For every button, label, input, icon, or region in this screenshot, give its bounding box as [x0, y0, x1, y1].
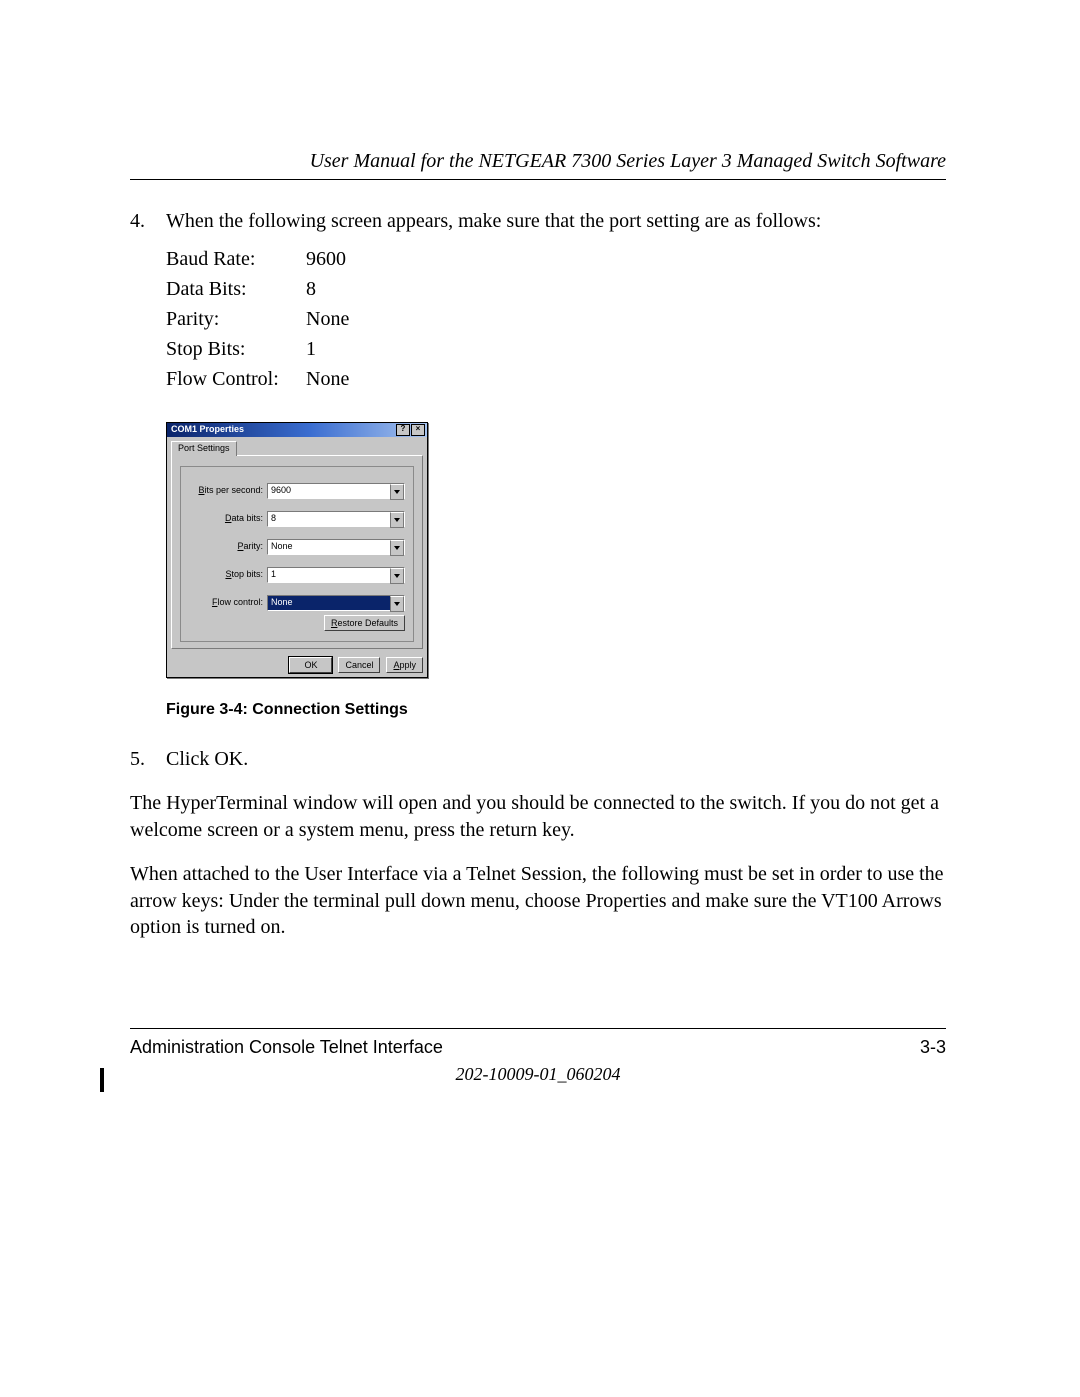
table-row: Baud Rate:9600 [166, 244, 396, 274]
setting-label: Stop Bits: [166, 334, 306, 364]
setting-value: 1 [306, 334, 396, 364]
setting-label: Flow Control: [166, 364, 306, 394]
port-settings-group: Bits per second: 9600 Data bits: [180, 466, 414, 642]
port-settings-table: Baud Rate:9600 Data Bits:8 Parity:None S… [166, 244, 396, 394]
chevron-down-icon [390, 484, 404, 500]
apply-button[interactable]: Apply [386, 657, 423, 673]
select-value: None [271, 541, 293, 553]
field-label: Data bits: [189, 513, 267, 525]
paragraph-hyperterminal: The HyperTerminal window will open and y… [130, 790, 946, 843]
field-label: Flow control: [189, 597, 267, 609]
parity-select[interactable]: None [267, 539, 405, 555]
table-row: Data Bits:8 [166, 274, 396, 304]
setting-value: 9600 [306, 244, 396, 274]
flow-control-select[interactable]: None [267, 595, 405, 611]
data-bits-select[interactable]: 8 [267, 511, 405, 527]
select-value: 9600 [271, 485, 291, 497]
field-parity: Parity: None [189, 539, 405, 555]
step-4-number: 4. [130, 208, 166, 720]
footer-section-title: Administration Console Telnet Interface [130, 1037, 443, 1058]
dialog-titlebar: COM1 Properties ? × [167, 423, 427, 437]
step-4: 4. When the following screen appears, ma… [130, 208, 946, 720]
field-data-bits: Data bits: 8 [189, 511, 405, 527]
field-bits-per-second: Bits per second: 9600 [189, 483, 405, 499]
cancel-button[interactable]: Cancel [338, 657, 380, 673]
setting-label: Data Bits: [166, 274, 306, 304]
restore-defaults-button[interactable]: Restore Defaults [324, 615, 405, 631]
select-value: 1 [271, 569, 276, 581]
table-row: Parity:None [166, 304, 396, 334]
setting-value: None [306, 304, 396, 334]
step-5-number: 5. [130, 746, 166, 772]
footer-document-number: 202-10009-01_060204 [130, 1064, 946, 1085]
tab-port-settings[interactable]: Port Settings [171, 441, 237, 456]
change-bar [100, 1068, 104, 1092]
chevron-down-icon [390, 512, 404, 528]
help-button[interactable]: ? [396, 424, 410, 436]
dialog-title: COM1 Properties [169, 424, 395, 436]
setting-label: Baud Rate: [166, 244, 306, 274]
paragraph-telnet: When attached to the User Interface via … [130, 861, 946, 940]
step-5: 5. Click OK. [130, 746, 946, 772]
close-button[interactable]: × [411, 424, 425, 436]
field-flow-control: Flow control: None [189, 595, 405, 611]
table-row: Stop Bits:1 [166, 334, 396, 364]
chevron-down-icon [390, 540, 404, 556]
setting-value: None [306, 364, 396, 394]
field-label: Parity: [189, 541, 267, 553]
field-label: Stop bits: [189, 569, 267, 581]
dialog-tabstrip: Port Settings [167, 437, 427, 455]
ok-button[interactable]: OK [289, 657, 332, 673]
setting-label: Parity: [166, 304, 306, 334]
setting-value: 8 [306, 274, 396, 304]
chevron-down-icon [390, 568, 404, 584]
select-value: None [271, 597, 293, 609]
bits-per-second-select[interactable]: 9600 [267, 483, 405, 499]
stop-bits-select[interactable]: 1 [267, 567, 405, 583]
step-5-text: Click OK. [166, 748, 248, 770]
restore-defaults-row: Restore Defaults [189, 615, 405, 631]
table-row: Flow Control:None [166, 364, 396, 394]
field-label: Bits per second: [189, 485, 267, 497]
dialog-panel: Bits per second: 9600 Data bits: [171, 455, 423, 649]
page-footer: Administration Console Telnet Interface … [130, 1028, 946, 1085]
field-stop-bits: Stop bits: 1 [189, 567, 405, 583]
select-value: 8 [271, 513, 276, 525]
figure-caption: Figure 3-4: Connection Settings [166, 700, 946, 721]
com1-properties-dialog: COM1 Properties ? × Port Settings Bits p… [166, 422, 428, 678]
step-4-text: When the following screen appears, make … [166, 210, 821, 232]
page-header: User Manual for the NETGEAR 7300 Series … [130, 150, 946, 180]
footer-page-number: 3-3 [920, 1037, 946, 1058]
dialog-button-row: OK Cancel Apply [167, 653, 427, 677]
chevron-down-icon [390, 596, 404, 612]
